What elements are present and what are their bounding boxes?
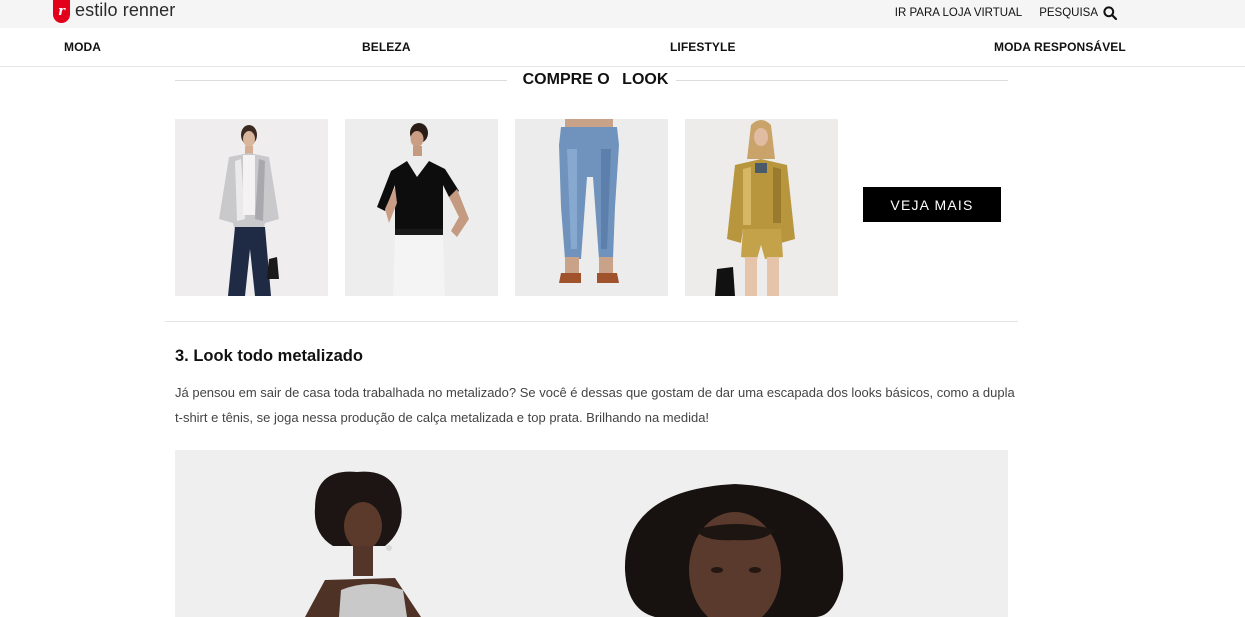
store-link[interactable]: IR PARA LOJA VIRTUAL	[895, 7, 1022, 19]
brand-logo[interactable]: r estilo renner	[53, 0, 175, 24]
hero-photo	[175, 450, 1008, 617]
product-image	[515, 119, 668, 296]
product-image	[175, 119, 328, 296]
top-utility-bar: r estilo renner IR PARA LOJA VIRTUAL PES…	[0, 0, 1245, 28]
shop-the-look-title: COMPRE O LOOK	[175, 71, 1008, 89]
search-button[interactable]: PESQUISA	[1039, 6, 1117, 20]
title-emphasis: LOOK	[622, 71, 669, 88]
main-nav: MODA BELEZA LIFESTYLE MODA RESPONSÁVEL	[0, 28, 1245, 67]
nav-item-beleza[interactable]: BELEZA	[362, 40, 411, 54]
search-icon	[1103, 6, 1117, 20]
title-prefix: COMPRE O	[514, 71, 623, 88]
product-card-silver-jacket[interactable]	[175, 119, 328, 296]
product-image	[685, 119, 838, 296]
nav-item-lifestyle[interactable]: LIFESTYLE	[670, 40, 736, 54]
section-paragraph: Já pensou em sair de casa toda trabalhad…	[175, 385, 1015, 425]
search-label: PESQUISA	[1039, 7, 1098, 19]
product-image	[345, 119, 498, 296]
section-title: 3. Look todo metalizado	[175, 347, 363, 365]
brand-mark-icon: r	[53, 0, 70, 23]
top-links: IR PARA LOJA VIRTUAL PESQUISA	[895, 6, 1117, 20]
brand-name: estilo renner	[75, 0, 176, 20]
see-more-button[interactable]: VEJA MAIS	[863, 187, 1001, 222]
article-hero-image	[175, 450, 1008, 617]
nav-item-moda[interactable]: MODA	[64, 40, 101, 54]
shop-the-look-header: COMPRE O LOOK	[175, 70, 1008, 90]
product-card-jeans[interactable]	[515, 119, 668, 296]
nav-item-moda-responsavel[interactable]: MODA RESPONSÁVEL	[994, 40, 1126, 54]
section-divider	[165, 321, 1018, 322]
product-card-gold-set[interactable]	[685, 119, 838, 296]
product-card-black-top[interactable]	[345, 119, 498, 296]
